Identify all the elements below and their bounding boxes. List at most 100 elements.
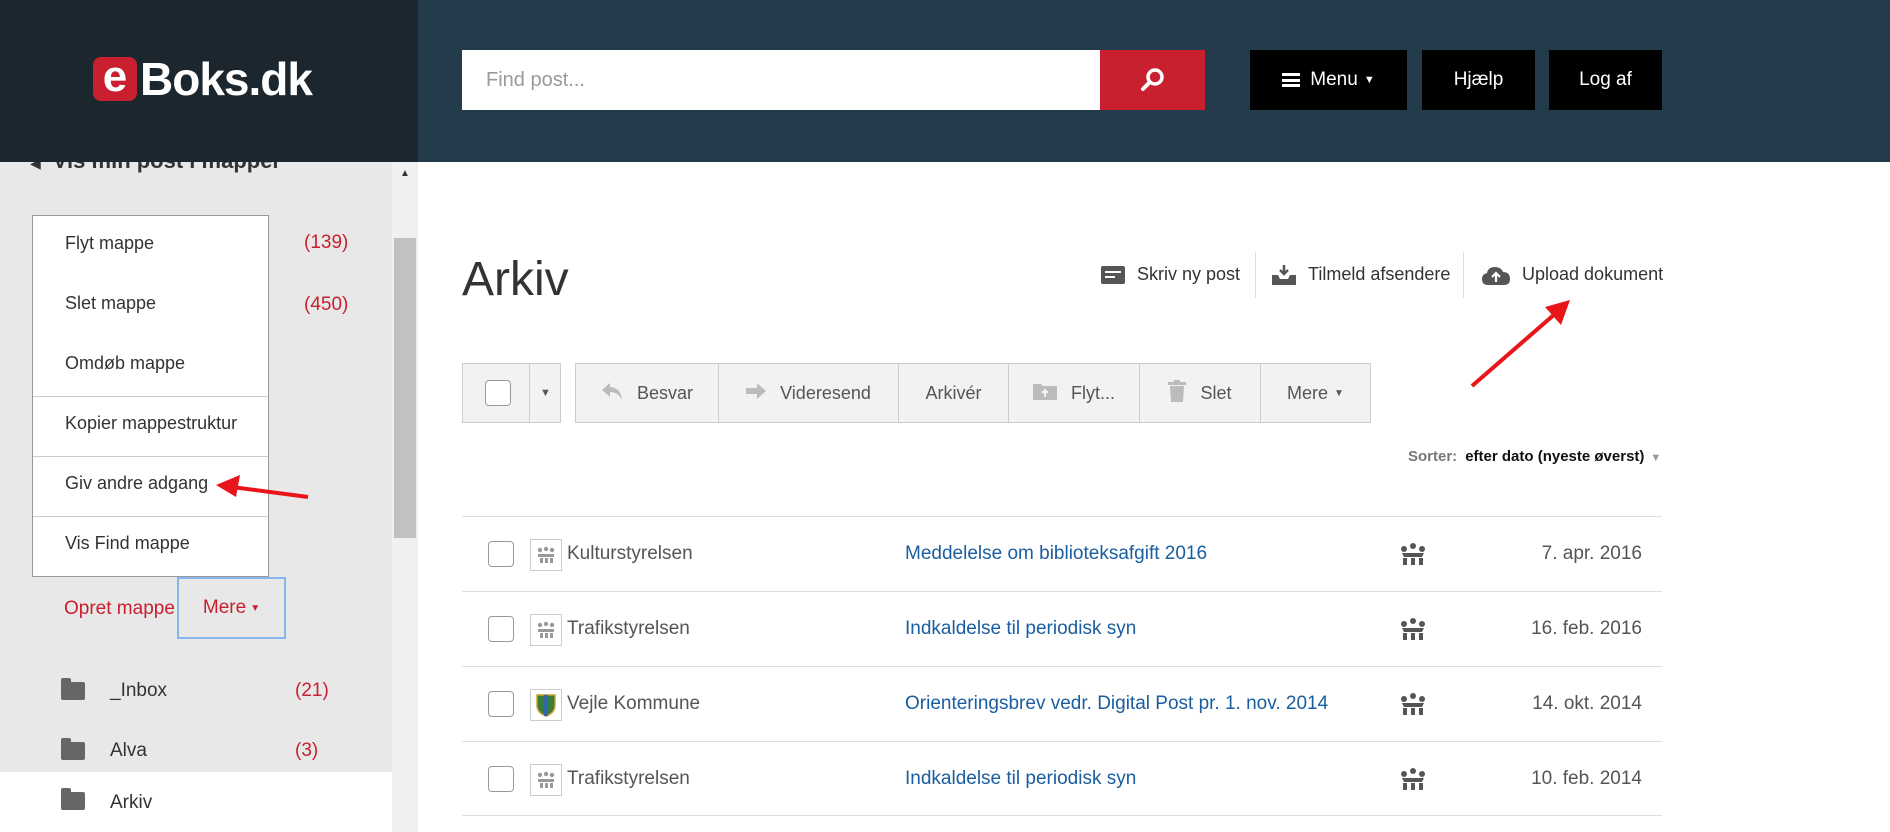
- action-divider: [1463, 252, 1464, 298]
- help-button[interactable]: Hjælp: [1422, 50, 1535, 110]
- search-icon: [1140, 68, 1164, 91]
- menu-item-give-access[interactable]: Giv andre adgang: [33, 473, 268, 494]
- caret-down-icon: ▼: [540, 387, 551, 399]
- scroll-up-icon[interactable]: ▲: [392, 168, 418, 179]
- folder-icon: [61, 678, 85, 700]
- message-subject[interactable]: Indkaldelse til periodisk syn: [905, 768, 1136, 790]
- message-date: 14. okt. 2014: [1532, 693, 1642, 714]
- select-options-dropdown[interactable]: ▼: [529, 364, 561, 422]
- sidebar-scrollbar[interactable]: ▲: [392, 162, 418, 832]
- message-subject[interactable]: Orienteringsbrev vedr. Digital Post pr. …: [905, 693, 1328, 715]
- cloud-upload-icon: [1482, 266, 1510, 285]
- folder-label: Alva: [110, 740, 147, 761]
- message-toolbar: Besvar Videresend Arkivér Flyt... Slet M…: [575, 363, 1371, 423]
- message-subject[interactable]: Indkaldelse til periodisk syn: [905, 618, 1136, 640]
- chevron-icon: ◀: [30, 162, 41, 171]
- message-sender: Trafikstyrelsen: [567, 618, 690, 639]
- crown-icon: [1400, 768, 1426, 795]
- page-title: Arkiv: [462, 253, 569, 306]
- crown-icon: [1400, 693, 1426, 720]
- logo-e-mark: e: [93, 55, 137, 101]
- subscribe-senders-link[interactable]: Tilmeld afsendere: [1272, 264, 1450, 285]
- message-row[interactable]: Kulturstyrelsen Meddelelse om biblioteks…: [462, 516, 1662, 591]
- reply-icon: [601, 381, 623, 406]
- select-all-checkbox[interactable]: [485, 380, 511, 406]
- folder-count: (3): [295, 740, 319, 761]
- menu-item-rename-folder[interactable]: Omdøb mappe: [33, 353, 268, 374]
- action-divider: [1255, 252, 1256, 298]
- create-folder-link[interactable]: Opret mappe: [64, 598, 175, 620]
- folder-item-arkiv[interactable]: Arkiv: [0, 772, 392, 832]
- search-input[interactable]: [462, 50, 1100, 110]
- inbox-download-icon: [1272, 264, 1296, 285]
- sender-logo-icon: [530, 764, 562, 796]
- folder-count: (139): [304, 232, 349, 253]
- crown-icon: [1400, 543, 1426, 570]
- message-sender: Trafikstyrelsen: [567, 768, 690, 789]
- message-subject[interactable]: Meddelelse om biblioteksafgift 2016: [905, 543, 1207, 565]
- logout-button[interactable]: Log af: [1549, 50, 1662, 110]
- sidebar-heading[interactable]: ◀Vis min post i mapper: [30, 162, 281, 174]
- caret-down-icon: ▼: [1650, 452, 1662, 464]
- hamburger-icon: [1282, 73, 1301, 87]
- message-checkbox[interactable]: [488, 616, 514, 642]
- menu-item-copy-structure[interactable]: Kopier mappestruktur: [33, 413, 268, 434]
- message-date: 16. feb. 2016: [1531, 618, 1642, 639]
- caret-down-icon: ▼: [250, 602, 261, 614]
- crown-icon: [1400, 618, 1426, 645]
- move-button[interactable]: Flyt...: [1009, 364, 1140, 422]
- message-sender: Kulturstyrelsen: [567, 543, 693, 564]
- folder-context-menu: Flyt mappe Slet mappe Omdøb mappe Kopier…: [32, 215, 269, 577]
- message-checkbox[interactable]: [488, 541, 514, 567]
- menu-item-show-find-folder[interactable]: Vis Find mappe: [33, 533, 268, 554]
- select-all-control: ▼: [462, 363, 561, 423]
- folder-move-icon: [1033, 382, 1057, 405]
- message-row[interactable]: Trafikstyrelsen Indkaldelse til periodis…: [462, 591, 1662, 666]
- message-date: 7. apr. 2016: [1541, 543, 1642, 564]
- folder-icon: [61, 738, 85, 760]
- forward-button[interactable]: Videresend: [719, 364, 899, 422]
- folder-icon: [61, 788, 85, 810]
- folder-label: Arkiv: [110, 792, 153, 813]
- message-sender: Vejle Kommune: [567, 693, 701, 714]
- sort-label: Sorter:: [1408, 448, 1458, 465]
- message-checkbox[interactable]: [488, 691, 514, 717]
- delete-button[interactable]: Slet: [1140, 364, 1261, 422]
- menu-divider: [33, 396, 268, 397]
- more-folder-options-button[interactable]: Mere ▼: [177, 577, 286, 639]
- menu-divider: [33, 516, 268, 517]
- message-row[interactable]: Trafikstyrelsen Indkaldelse til periodis…: [462, 741, 1662, 816]
- menu-divider: [33, 456, 268, 457]
- trash-icon: [1168, 379, 1187, 407]
- logo-text: Boks.dk: [140, 53, 313, 105]
- upload-document-link[interactable]: Upload dokument: [1482, 264, 1663, 285]
- menu-label: Menu: [1310, 69, 1358, 90]
- sender-logo-icon: [530, 614, 562, 646]
- municipal-shield-icon: [530, 689, 562, 721]
- compose-icon: [1101, 265, 1125, 284]
- sort-control[interactable]: Sorter: efter dato (nyeste øverst) ▼: [1408, 448, 1661, 465]
- forward-arrow-icon: [746, 382, 767, 404]
- reply-button[interactable]: Besvar: [576, 364, 719, 422]
- sender-logo-icon: [530, 539, 562, 571]
- folder-item-inbox[interactable]: _Inbox (21): [0, 662, 392, 722]
- chevron-down-icon: ▼: [1363, 74, 1375, 86]
- folder-count: (450): [304, 294, 349, 315]
- archive-button[interactable]: Arkivér: [899, 364, 1009, 422]
- eboks-logo[interactable]: e Boks.dk: [93, 53, 313, 105]
- message-row[interactable]: Vejle Kommune Orienteringsbrev vedr. Dig…: [462, 666, 1662, 741]
- caret-down-icon: ▼: [1334, 387, 1344, 399]
- menu-item-move-folder[interactable]: Flyt mappe: [33, 233, 268, 254]
- search-button[interactable]: [1100, 50, 1205, 110]
- sort-value: efter dato (nyeste øverst): [1465, 448, 1645, 465]
- scrollbar-thumb[interactable]: [394, 238, 416, 538]
- folder-count: (21): [295, 680, 329, 701]
- menu-button[interactable]: Menu ▼: [1250, 50, 1407, 110]
- write-new-post-link[interactable]: Skriv ny post: [1101, 264, 1240, 285]
- message-checkbox[interactable]: [488, 766, 514, 792]
- message-date: 10. feb. 2014: [1531, 768, 1642, 789]
- menu-item-delete-folder[interactable]: Slet mappe: [33, 293, 268, 314]
- more-actions-button[interactable]: Mere ▼: [1261, 364, 1370, 422]
- annotation-arrow-upload: [1470, 300, 1570, 388]
- folder-label: _Inbox: [110, 680, 168, 701]
